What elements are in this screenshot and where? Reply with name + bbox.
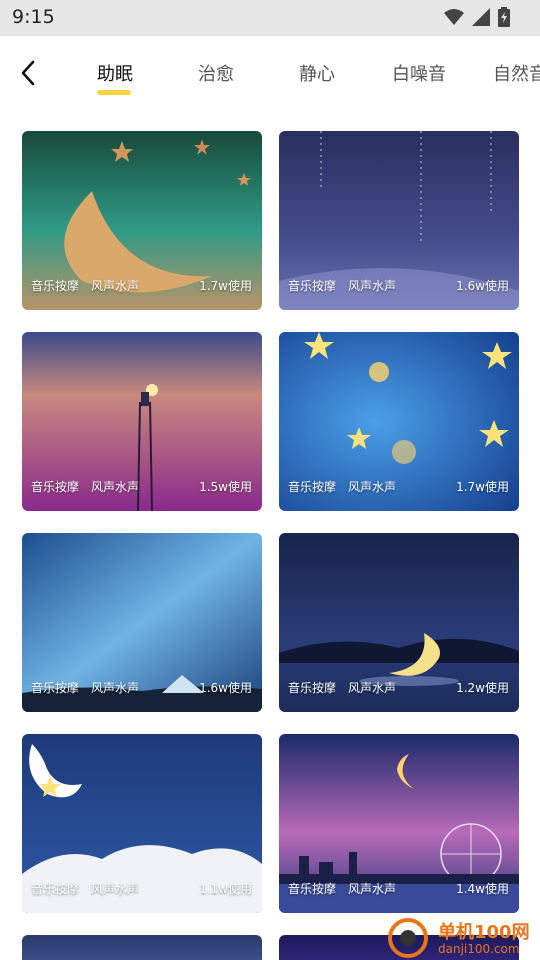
card-tag: 风声水声 [348,681,397,695]
card-usage: 1.4w使用 [456,882,509,896]
card-tag: 风声水声 [91,279,140,293]
card-meta: 音乐按摩 风声水声 1.6w使用 [288,277,509,294]
card-meta: 音乐按摩 风声水声 1.1w使用 [31,880,252,897]
tab-white-noise[interactable]: 白噪音 [392,60,446,86]
card-meta: 音乐按摩 风声水声 1.6w使用 [31,679,252,696]
category-tabs: 助眠 治愈 静心 白噪音 自然音 [0,36,540,110]
watermark-url: danji100.com [438,942,520,956]
card-meta: 音乐按摩 风声水声 1.2w使用 [288,679,509,696]
sound-card[interactable]: 音乐按摩 风声水声 1.6w使用 [22,533,262,712]
card-image [22,935,262,960]
watermark: 单机100网 danji100.com [386,916,536,960]
card-tag: 音乐按摩 [31,480,80,494]
watermark-logo [388,918,428,958]
signal-icon [472,8,490,26]
watermark-name: 单机100网 [438,922,530,943]
sound-card[interactable]: 音乐按摩 风声水声 1.7w使用 [279,332,519,511]
card-meta: 音乐按摩 风声水声 1.4w使用 [288,880,509,897]
card-meta: 音乐按摩 风声水声 1.7w使用 [288,478,509,495]
card-meta: 音乐按摩 风声水声 1.7w使用 [31,277,252,294]
tab-sleep[interactable]: 助眠 [97,60,133,86]
sound-card[interactable]: 音乐按摩 风声水声 1.6w使用 [279,131,519,310]
card-tag: 音乐按摩 [31,681,80,695]
card-tag: 音乐按摩 [288,681,337,695]
card-usage: 1.5w使用 [199,480,252,494]
sound-card[interactable] [22,935,262,960]
card-usage: 1.2w使用 [456,681,509,695]
wifi-icon [444,9,464,25]
card-tag: 音乐按摩 [288,279,337,293]
status-bar: 9:15 [0,0,540,36]
status-time: 9:15 [12,6,55,28]
card-tag: 风声水声 [91,681,140,695]
card-tag: 音乐按摩 [288,882,337,896]
card-tag: 风声水声 [348,480,397,494]
sound-card[interactable]: 音乐按摩 风声水声 1.1w使用 [22,734,262,913]
card-meta: 音乐按摩 风声水声 1.5w使用 [31,478,252,495]
tab-nature-sound[interactable]: 自然音 [493,60,540,86]
battery-icon [498,7,510,27]
card-usage: 1.7w使用 [456,480,509,494]
sound-card[interactable]: 音乐按摩 风声水声 1.4w使用 [279,734,519,913]
card-tag: 风声水声 [91,882,140,896]
sound-card[interactable]: 音乐按摩 风声水声 1.7w使用 [22,131,262,310]
card-tag: 音乐按摩 [288,480,337,494]
sound-card[interactable]: 音乐按摩 风声水声 1.2w使用 [279,533,519,712]
card-tag: 风声水声 [348,279,397,293]
sound-card[interactable]: 音乐按摩 风声水声 1.5w使用 [22,332,262,511]
tab-healing[interactable]: 治愈 [198,60,234,86]
tab-indicator [97,90,131,95]
status-icons [444,7,510,27]
card-tag: 音乐按摩 [31,882,80,896]
card-usage: 1.1w使用 [199,882,252,896]
card-usage: 1.6w使用 [199,681,252,695]
card-tag: 风声水声 [348,882,397,896]
card-usage: 1.7w使用 [199,279,252,293]
tab-meditation[interactable]: 静心 [299,60,335,86]
card-tag: 音乐按摩 [31,279,80,293]
card-usage: 1.6w使用 [456,279,509,293]
top-bar: 助眠 治愈 静心 白噪音 自然音 [0,36,540,110]
card-tag: 风声水声 [91,480,140,494]
